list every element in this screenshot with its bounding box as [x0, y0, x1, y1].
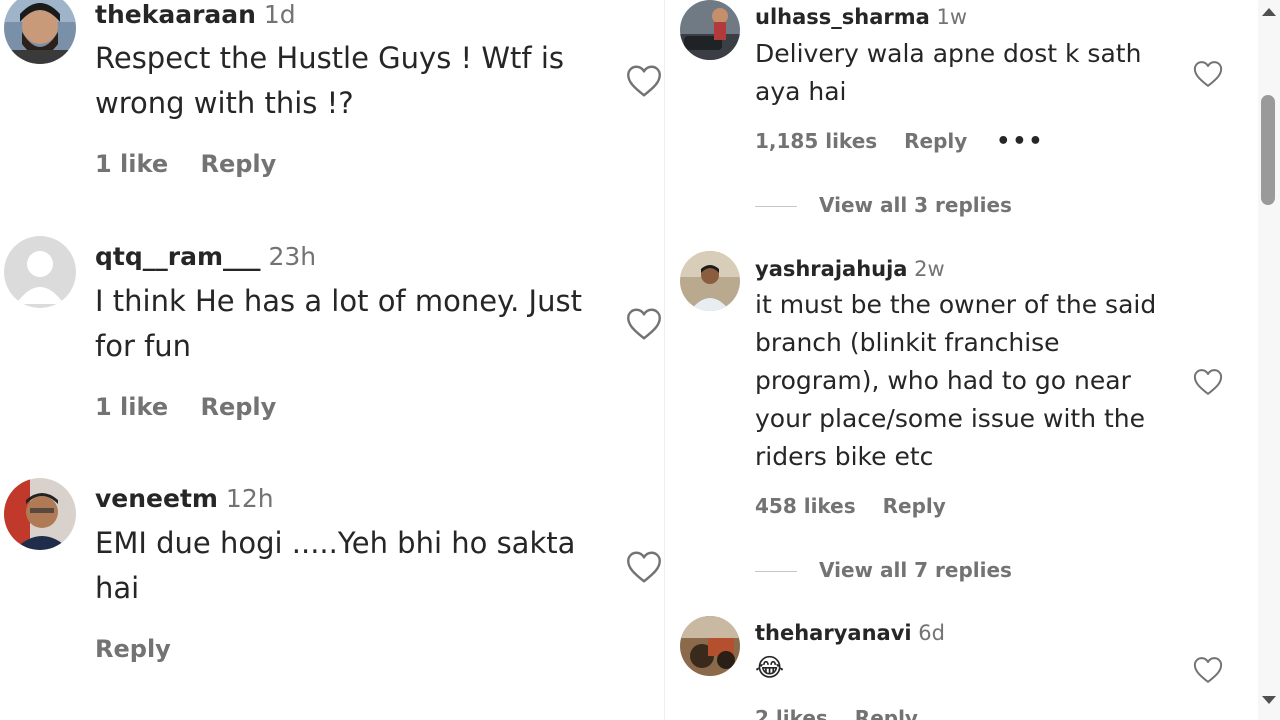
- comment-item: theharyanavi 6d 😂 2 likes Reply: [665, 0, 1280, 720]
- username[interactable]: theharyanavi: [755, 621, 912, 645]
- avatar[interactable]: [680, 616, 740, 676]
- like-count[interactable]: 2 likes: [755, 705, 828, 720]
- scrollbar-thumb[interactable]: [1261, 95, 1275, 205]
- comment-header: veneetm 12h: [95, 484, 274, 514]
- reply-button[interactable]: Reply: [855, 705, 918, 720]
- comment-text: 😂: [755, 653, 785, 682]
- comment-time[interactable]: 12h: [226, 484, 274, 513]
- right-comments-panel: ulhass_sharma 1w Delivery wala apne dost…: [664, 0, 1280, 720]
- left-comments-panel: thekaaraan 1d Respect the Hustle Guys ! …: [0, 0, 664, 720]
- comment-item: veneetm 12h EMI due hogi .....Yeh bhi ho…: [0, 0, 664, 700]
- avatar[interactable]: [4, 478, 76, 550]
- scroll-up-arrow-icon[interactable]: [1262, 8, 1276, 16]
- comment-time[interactable]: 6d: [918, 621, 945, 645]
- reply-button[interactable]: Reply: [95, 634, 171, 664]
- scroll-down-arrow-icon[interactable]: [1262, 696, 1276, 704]
- heart-outline-icon[interactable]: [1193, 656, 1223, 684]
- comment-actions: Reply: [95, 634, 171, 664]
- comment-header: theharyanavi 6d: [755, 620, 945, 646]
- username[interactable]: veneetm: [95, 484, 218, 513]
- comment-text: EMI due hogi .....Yeh bhi ho sakta hai: [95, 526, 576, 605]
- comment-actions: 2 likes Reply: [755, 705, 918, 720]
- heart-outline-icon[interactable]: [626, 550, 662, 584]
